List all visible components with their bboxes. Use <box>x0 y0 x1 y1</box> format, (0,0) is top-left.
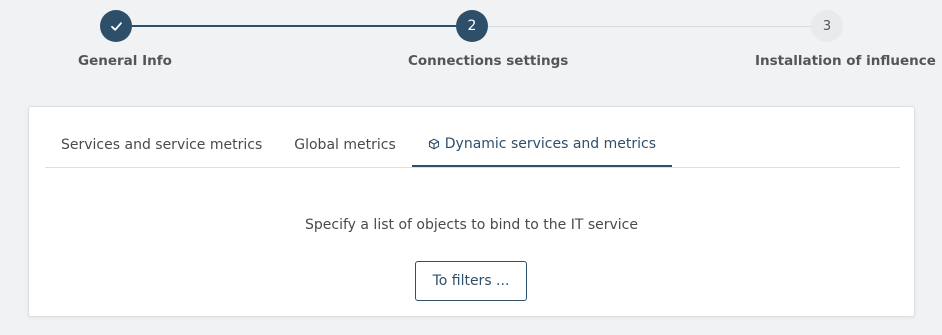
tab-services-and-service-metrics[interactable]: Services and service metrics <box>45 123 278 167</box>
stepper: 2 3 General Info Connections settings In… <box>0 0 942 90</box>
step-2-number: 2 <box>467 18 477 34</box>
tab-label: Services and service metrics <box>61 137 263 153</box>
step-connector-pending <box>472 26 827 27</box>
tab-dynamic-services-and-metrics[interactable]: Dynamic services and metrics <box>411 123 673 167</box>
to-filters-button[interactable]: To filters ... <box>415 261 527 301</box>
tab-label: Dynamic services and metrics <box>444 136 657 152</box>
bind-objects-hint: Specify a list of objects to bind to the… <box>305 217 638 233</box>
step-2-label: Connections settings <box>408 53 569 69</box>
step-1-circle[interactable] <box>100 10 132 42</box>
check-icon <box>110 20 123 33</box>
step-2-circle[interactable]: 2 <box>456 10 488 42</box>
step-3-number: 3 <box>822 18 832 34</box>
step-connector-completed <box>116 25 472 27</box>
step-3-label: Installation of influence <box>755 53 936 69</box>
step-3-circle[interactable]: 3 <box>811 10 843 42</box>
tab-label: Global metrics <box>294 137 396 153</box>
tab-global-metrics[interactable]: Global metrics <box>278 123 412 167</box>
tab-bar: Services and service metrics Global metr… <box>45 123 900 168</box>
step-1-label: General Info <box>78 53 172 69</box>
cube-icon <box>428 138 440 150</box>
connections-card: Services and service metrics Global metr… <box>28 106 915 317</box>
